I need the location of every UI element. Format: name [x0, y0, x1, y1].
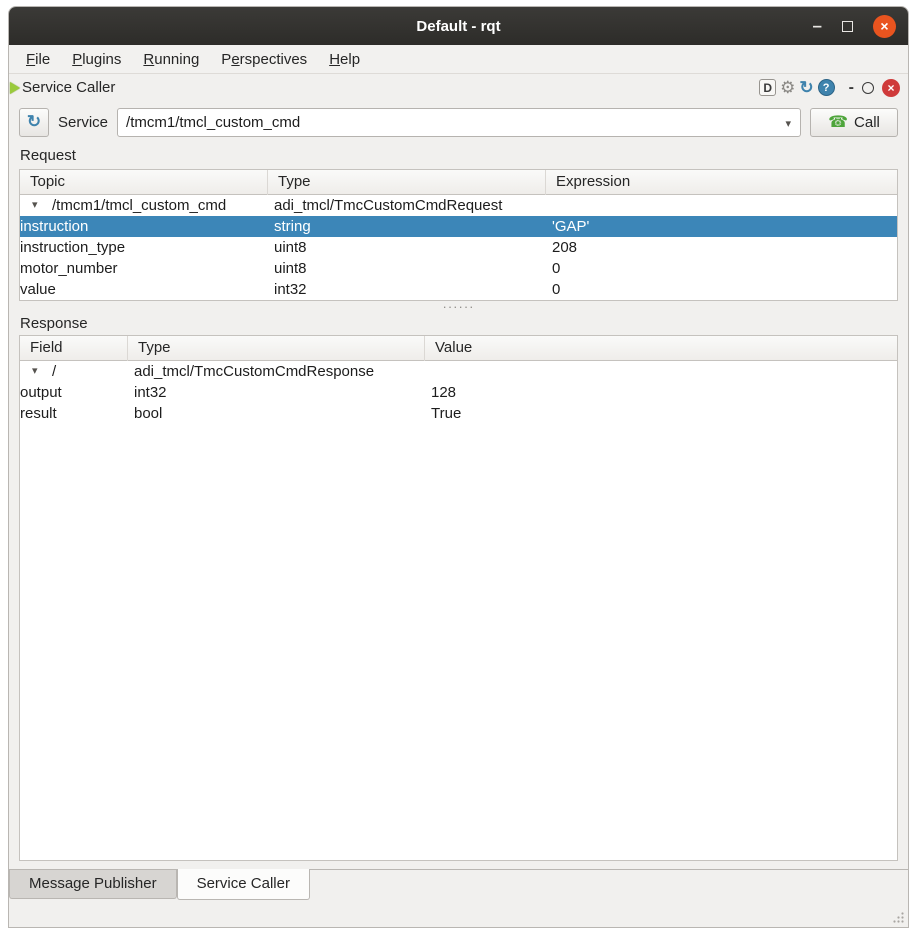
call-button-label: Call — [854, 114, 880, 131]
plugin-minimize-icon[interactable]: - — [849, 79, 854, 97]
request-table: Topic Type Expression ▾ /tmcm1/tmcl_cust… — [19, 169, 898, 301]
field-name: / — [52, 361, 56, 382]
dock-button[interactable]: D — [759, 79, 776, 96]
expander-icon[interactable]: ▾ — [32, 361, 45, 382]
table-row[interactable]: result bool True — [20, 403, 897, 424]
value-cell: 128 — [425, 382, 897, 403]
window-maximize-icon[interactable] — [842, 21, 853, 32]
dock-tab-bar: Message Publisher Service Caller — [9, 869, 908, 903]
column-header-type[interactable]: Type — [268, 170, 546, 195]
table-row[interactable]: output int32 128 — [20, 382, 897, 403]
plugin-title: Service Caller — [22, 79, 115, 96]
service-combobox-value: /tmcm1/tmcl_custom_cmd — [126, 114, 300, 131]
topic-name: /tmcm1/tmcl_custom_cmd — [52, 195, 226, 216]
type-cell: string — [268, 216, 546, 237]
field-name: value — [20, 279, 268, 300]
resize-grip-icon[interactable] — [891, 910, 905, 924]
field-name: output — [20, 382, 128, 403]
chevron-down-icon[interactable]: ▾ — [785, 117, 791, 130]
field-name: instruction — [20, 216, 268, 237]
column-header-expression[interactable]: Expression — [546, 170, 897, 195]
window-close-icon[interactable]: × — [873, 15, 896, 38]
expression-cell[interactable]: 0 — [546, 258, 897, 279]
service-label: Service — [58, 114, 108, 131]
tree-cell: ▾ / — [20, 361, 128, 382]
phone-icon: ☎ — [828, 112, 848, 132]
type-cell: uint8 — [268, 258, 546, 279]
expression-cell[interactable]: 208 — [546, 237, 897, 258]
table-row[interactable]: instruction_type uint8 208 — [20, 237, 897, 258]
response-table: Field Type Value ▾ / adi_tmcl/TmcCustomC… — [19, 335, 898, 861]
refresh-icon: ↻ — [27, 112, 41, 132]
window-titlebar[interactable]: Default - rqt – × — [9, 7, 908, 45]
menu-file[interactable]: File — [15, 47, 61, 72]
help-icon[interactable]: ? — [818, 79, 835, 96]
plugin-controls: D ⚙ ↻ ? - × — [759, 79, 900, 97]
menu-plugins[interactable]: Plugins — [61, 47, 132, 72]
table-row[interactable]: ▾ / adi_tmcl/TmcCustomCmdResponse — [20, 361, 897, 382]
menu-running[interactable]: Running — [132, 47, 210, 72]
expression-cell[interactable]: 'GAP' — [546, 216, 897, 237]
type-cell: adi_tmcl/TmcCustomCmdRequest — [268, 195, 546, 216]
status-bar — [9, 903, 908, 927]
field-name: result — [20, 403, 128, 424]
response-section-label: Response — [9, 311, 908, 335]
splitter-handle[interactable]: ······ — [9, 301, 908, 311]
expression-cell[interactable] — [546, 195, 897, 216]
menu-help[interactable]: Help — [318, 47, 371, 72]
call-button[interactable]: ☎ Call — [810, 108, 898, 137]
rqt-window: Default - rqt – × File Plugins Running P… — [8, 6, 909, 928]
reload-plugin-icon[interactable]: ↻ — [799, 79, 813, 96]
request-section-label: Request — [9, 143, 908, 169]
service-combobox[interactable]: /tmcm1/tmcl_custom_cmd ▾ — [117, 108, 801, 137]
plugin-float-icon[interactable] — [862, 82, 874, 94]
service-toolbar: ↻ Service /tmcm1/tmcl_custom_cmd ▾ ☎ Cal… — [9, 101, 908, 143]
plugin-close-icon[interactable]: × — [882, 79, 900, 97]
type-cell: int32 — [268, 279, 546, 300]
table-row-selected[interactable]: instruction string 'GAP' — [20, 216, 897, 237]
window-minimize-icon[interactable]: – — [813, 21, 822, 31]
value-cell — [425, 361, 897, 382]
splitter-grip-icon: ······ — [443, 304, 475, 309]
field-name: motor_number — [20, 258, 268, 279]
menu-bar: File Plugins Running Perspectives Help — [9, 45, 908, 74]
response-table-header: Field Type Value — [20, 336, 897, 361]
type-cell: bool — [128, 403, 425, 424]
plugin-titlebar: Service Caller D ⚙ ↻ ? - × — [9, 74, 908, 101]
field-name: instruction_type — [20, 237, 268, 258]
column-header-topic[interactable]: Topic — [20, 170, 268, 195]
column-header-value[interactable]: Value — [425, 336, 897, 361]
request-table-header: Topic Type Expression — [20, 170, 897, 195]
table-row[interactable]: ▾ /tmcm1/tmcl_custom_cmd adi_tmcl/TmcCus… — [20, 195, 897, 216]
play-icon — [10, 82, 20, 94]
type-cell: uint8 — [268, 237, 546, 258]
table-row[interactable]: value int32 0 — [20, 279, 897, 300]
expression-cell[interactable]: 0 — [546, 279, 897, 300]
settings-gear-icon[interactable]: ⚙ — [780, 79, 795, 96]
tab-service-caller[interactable]: Service Caller — [177, 869, 310, 900]
tab-message-publisher[interactable]: Message Publisher — [9, 870, 177, 899]
column-header-field[interactable]: Field — [20, 336, 128, 361]
expander-icon[interactable]: ▾ — [32, 195, 45, 216]
refresh-services-button[interactable]: ↻ — [19, 108, 49, 137]
type-cell: int32 — [128, 382, 425, 403]
type-cell: adi_tmcl/TmcCustomCmdResponse — [128, 361, 425, 382]
value-cell: True — [425, 403, 897, 424]
column-header-type[interactable]: Type — [128, 336, 425, 361]
tree-cell: ▾ /tmcm1/tmcl_custom_cmd — [20, 195, 268, 216]
window-controls: – × — [813, 7, 896, 45]
table-row[interactable]: motor_number uint8 0 — [20, 258, 897, 279]
window-title: Default - rqt — [9, 18, 908, 35]
menu-perspectives[interactable]: Perspectives — [210, 47, 318, 72]
